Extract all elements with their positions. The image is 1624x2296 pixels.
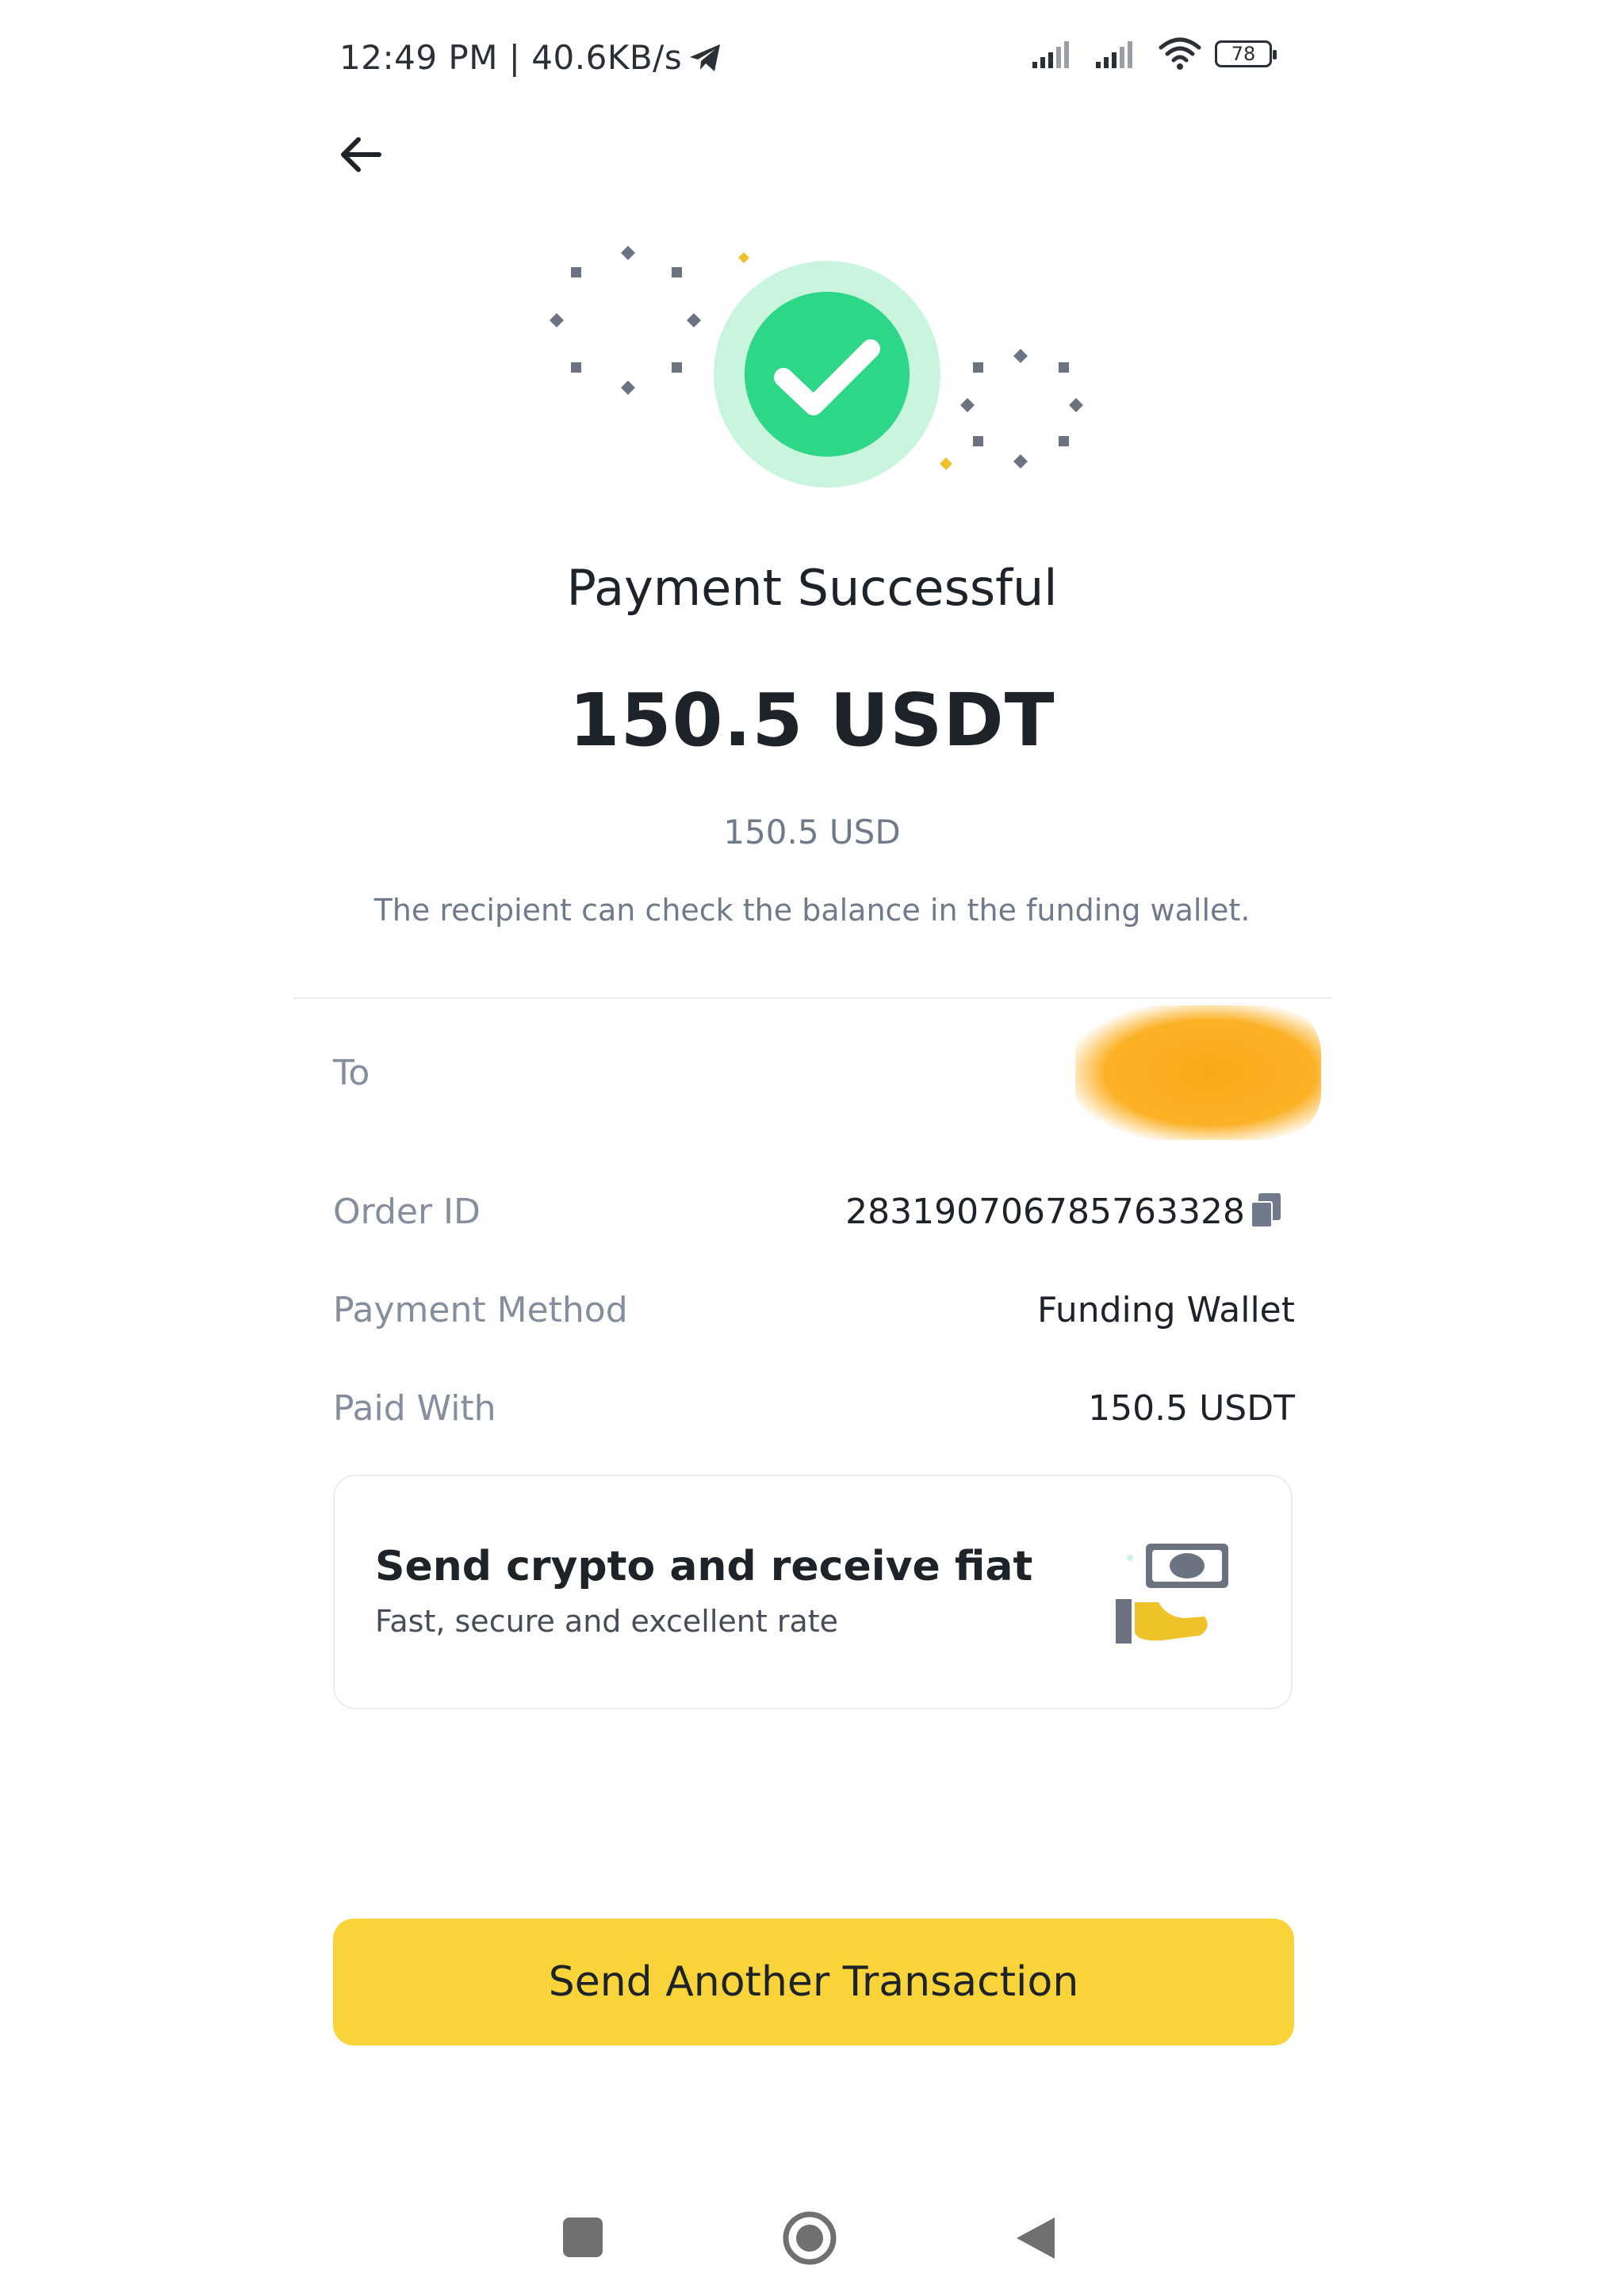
battery-level: 78 [1231,43,1256,65]
status-bar-time: 12:49 PM | 40.6KB/s [339,38,723,77]
time-speed-text: 12:49 PM | 40.6KB/s [339,38,683,77]
detail-label-paid-with: Paid With [333,1388,496,1429]
info-note: The recipient can check the balance in t… [373,893,1251,928]
back-triangle-icon[interactable] [1013,2214,1058,2262]
section-divider [293,997,1332,999]
copy-icon[interactable] [1249,1192,1284,1230]
back-button[interactable] [333,127,389,182]
recents-square-icon[interactable] [563,2218,603,2257]
battery-icon: 78 [1215,40,1277,67]
payment-amount: 150.5 USDT [569,678,1055,763]
wifi-icon [1159,37,1201,70]
detail-label-to: To [333,1053,370,1093]
order-id-value: 283190706785763328 [845,1192,1245,1232]
send-another-transaction-label: Send Another Transaction [548,1958,1079,2006]
telegram-icon [690,44,721,71]
detail-label-order-id: Order ID [333,1192,481,1232]
redacted-recipient [1075,1005,1321,1140]
paid-with-value: 150.5 USDT [1088,1388,1295,1429]
arrow-left-icon [341,137,381,172]
fiat-amount: 150.5 USD [723,813,901,851]
send-another-transaction-button[interactable]: Send Another Transaction [333,1919,1294,2045]
home-circle-icon[interactable] [782,2210,837,2266]
signal-icon [1032,41,1069,68]
promo-subtitle: Fast, secure and excellent rate [375,1604,839,1639]
promo-title: Send crypto and receive fiat [375,1543,1033,1590]
success-check-icon [550,246,1083,488]
payment-method-value: Funding Wallet [1036,1290,1295,1330]
signal-icon [1096,41,1132,68]
status-bar-icons: 78 [1031,36,1277,71]
page-title: Payment Successful [566,559,1058,617]
cash-hand-illustration [1116,1544,1228,1644]
detail-label-payment-method: Payment Method [333,1290,628,1330]
